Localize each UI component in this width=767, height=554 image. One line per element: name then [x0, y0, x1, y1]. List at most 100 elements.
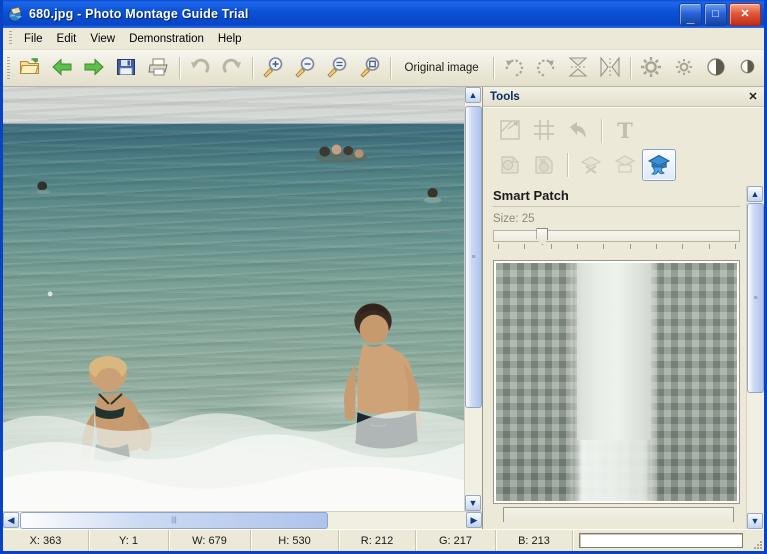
size-slider-track[interactable] — [493, 230, 740, 242]
tools-panel-header: Tools ✕ — [483, 87, 764, 107]
surf-foam — [3, 410, 464, 511]
rotate-ccw-button[interactable] — [530, 52, 562, 84]
status-red: R: 212 — [339, 530, 416, 551]
toolbar-separator — [251, 57, 253, 79]
contrast-up-button[interactable] — [700, 52, 732, 84]
status-message-area — [573, 530, 749, 551]
size-label: Size: 25 — [493, 213, 535, 225]
zoom-fit-icon — [358, 56, 382, 81]
patch-tool-button[interactable] — [608, 149, 642, 181]
scroll-left-button[interactable]: ◀ — [3, 512, 19, 528]
crop-resize-icon — [499, 119, 521, 144]
scroll-up-button[interactable]: ▲ — [465, 87, 481, 103]
scroll-thumb-grip: ≡ — [471, 253, 476, 261]
menu-item-file[interactable]: File — [17, 31, 50, 47]
tools-close-button[interactable]: ✕ — [746, 90, 760, 104]
image-horizontal-scrollbar[interactable]: ◀ ||| ▶ — [3, 511, 482, 529]
tool-options-scrollbar[interactable]: ▲ ≡ ▼ — [746, 186, 764, 529]
save-button[interactable] — [110, 52, 142, 84]
status-green: G: 217 — [416, 530, 496, 551]
menu-item-edit[interactable]: Edit — [50, 31, 84, 47]
size-slider[interactable] — [493, 228, 740, 245]
status-height: H: 530 — [251, 530, 339, 551]
flip-horizontal-button[interactable] — [594, 52, 626, 84]
minimize-label: _ — [686, 9, 695, 25]
application-window: 680.jpg - Photo Montage Guide Trial _ □ … — [0, 0, 767, 554]
menu-grip[interactable] — [9, 31, 12, 46]
brightness-up-icon — [640, 56, 662, 81]
tool-options-scroll-area: Smart Patch Size: 25 ▲ ≡ ▼ — [483, 186, 764, 529]
contrast-down-icon — [739, 58, 756, 78]
window-controls: _ □ ✕ — [679, 3, 761, 26]
brightness-up-button[interactable] — [635, 52, 667, 84]
flip-vertical-icon — [566, 56, 590, 81]
crop-resize-tool-button[interactable] — [493, 115, 527, 147]
toolbar-grip[interactable] — [7, 57, 10, 79]
flip-vertical-button[interactable] — [562, 52, 594, 84]
zoom-actual-icon — [325, 56, 349, 81]
zoom-in-icon — [261, 56, 285, 81]
undo-button[interactable] — [184, 52, 216, 84]
rotate-ccw-icon — [534, 56, 558, 81]
open-button[interactable] — [14, 52, 46, 84]
tools-separator — [567, 153, 568, 177]
panel-scroll-up-button[interactable]: ▲ — [747, 186, 763, 202]
panel-clipped-control[interactable] — [503, 507, 734, 522]
tool-options-content: Smart Patch Size: 25 — [483, 186, 746, 529]
scroll-right-button[interactable]: ▶ — [466, 512, 482, 528]
tools-panel: Tools ✕ T Smart Patch Size: 25 ▲ ≡ ▼ — [483, 87, 764, 529]
flip-horizontal-icon — [598, 55, 622, 81]
size-slider-ticks — [493, 244, 740, 253]
zoom-in-button[interactable] — [257, 52, 289, 84]
clone-stamp-tool-button[interactable] — [493, 149, 527, 181]
maximize-button[interactable]: □ — [704, 3, 727, 26]
tool-button-rows: T — [483, 108, 764, 186]
svg-text:T: T — [617, 119, 633, 141]
close-label: ✕ — [740, 8, 750, 20]
text-tool-button[interactable]: T — [608, 115, 642, 147]
minimize-button[interactable]: _ — [679, 3, 702, 26]
toolbar-separator — [630, 57, 632, 79]
tools-panel-body: T Smart Patch Size: 25 ▲ ≡ ▼ — [483, 107, 764, 529]
menu-item-demonstration[interactable]: Demonstration — [122, 31, 211, 47]
title-bar: 680.jpg - Photo Montage Guide Trial _ □ … — [3, 0, 764, 28]
zoom-actual-button[interactable] — [321, 52, 353, 84]
status-x: X: 363 — [3, 530, 89, 551]
clone-stamp-icon — [499, 153, 521, 178]
zoom-out-button[interactable] — [289, 52, 321, 84]
grid-tool-button[interactable] — [527, 115, 561, 147]
status-message-input[interactable] — [579, 533, 743, 548]
image-hscroll-thumb[interactable]: ||| — [20, 512, 328, 529]
image-canvas[interactable] — [3, 87, 464, 511]
brightness-down-button[interactable] — [667, 52, 699, 84]
back-button[interactable] — [46, 52, 78, 84]
smart-patch-tool-button[interactable] — [642, 149, 676, 181]
app-icon — [7, 6, 24, 23]
size-slider-thumb[interactable] — [536, 228, 549, 245]
menu-item-help[interactable]: Help — [211, 31, 249, 47]
scroll-thumb-grip: ||| — [171, 517, 177, 524]
undo-tool-button[interactable] — [561, 115, 595, 147]
forward-button[interactable] — [78, 52, 110, 84]
clone-stamp-alt-tool-button[interactable] — [527, 149, 561, 181]
scroll-thumb-grip: ≡ — [753, 294, 758, 302]
close-button[interactable]: ✕ — [729, 3, 761, 26]
menu-item-view[interactable]: View — [83, 31, 122, 47]
scroll-down-button[interactable]: ▼ — [465, 495, 481, 511]
rotate-cw-button[interactable] — [498, 52, 530, 84]
resize-grip[interactable] — [749, 530, 764, 551]
image-vertical-scrollbar[interactable]: ▲ ≡ ▼ — [464, 87, 482, 511]
image-vscroll-thumb[interactable]: ≡ — [465, 106, 482, 408]
remove-object-tool-button[interactable] — [574, 149, 608, 181]
panel-scroll-thumb[interactable]: ≡ — [747, 203, 764, 393]
print-button[interactable] — [143, 52, 175, 84]
redo-button[interactable] — [216, 52, 248, 84]
original-image-button[interactable]: Original image — [395, 55, 489, 81]
preview-highlight-band — [577, 263, 651, 441]
zoom-fit-button[interactable] — [353, 52, 385, 84]
tools-panel-title: Tools — [490, 90, 520, 103]
contrast-down-button[interactable] — [732, 52, 764, 84]
panel-scroll-down-button[interactable]: ▼ — [747, 513, 763, 529]
grid-icon — [533, 119, 555, 144]
smart-patch-preview[interactable] — [493, 260, 740, 504]
